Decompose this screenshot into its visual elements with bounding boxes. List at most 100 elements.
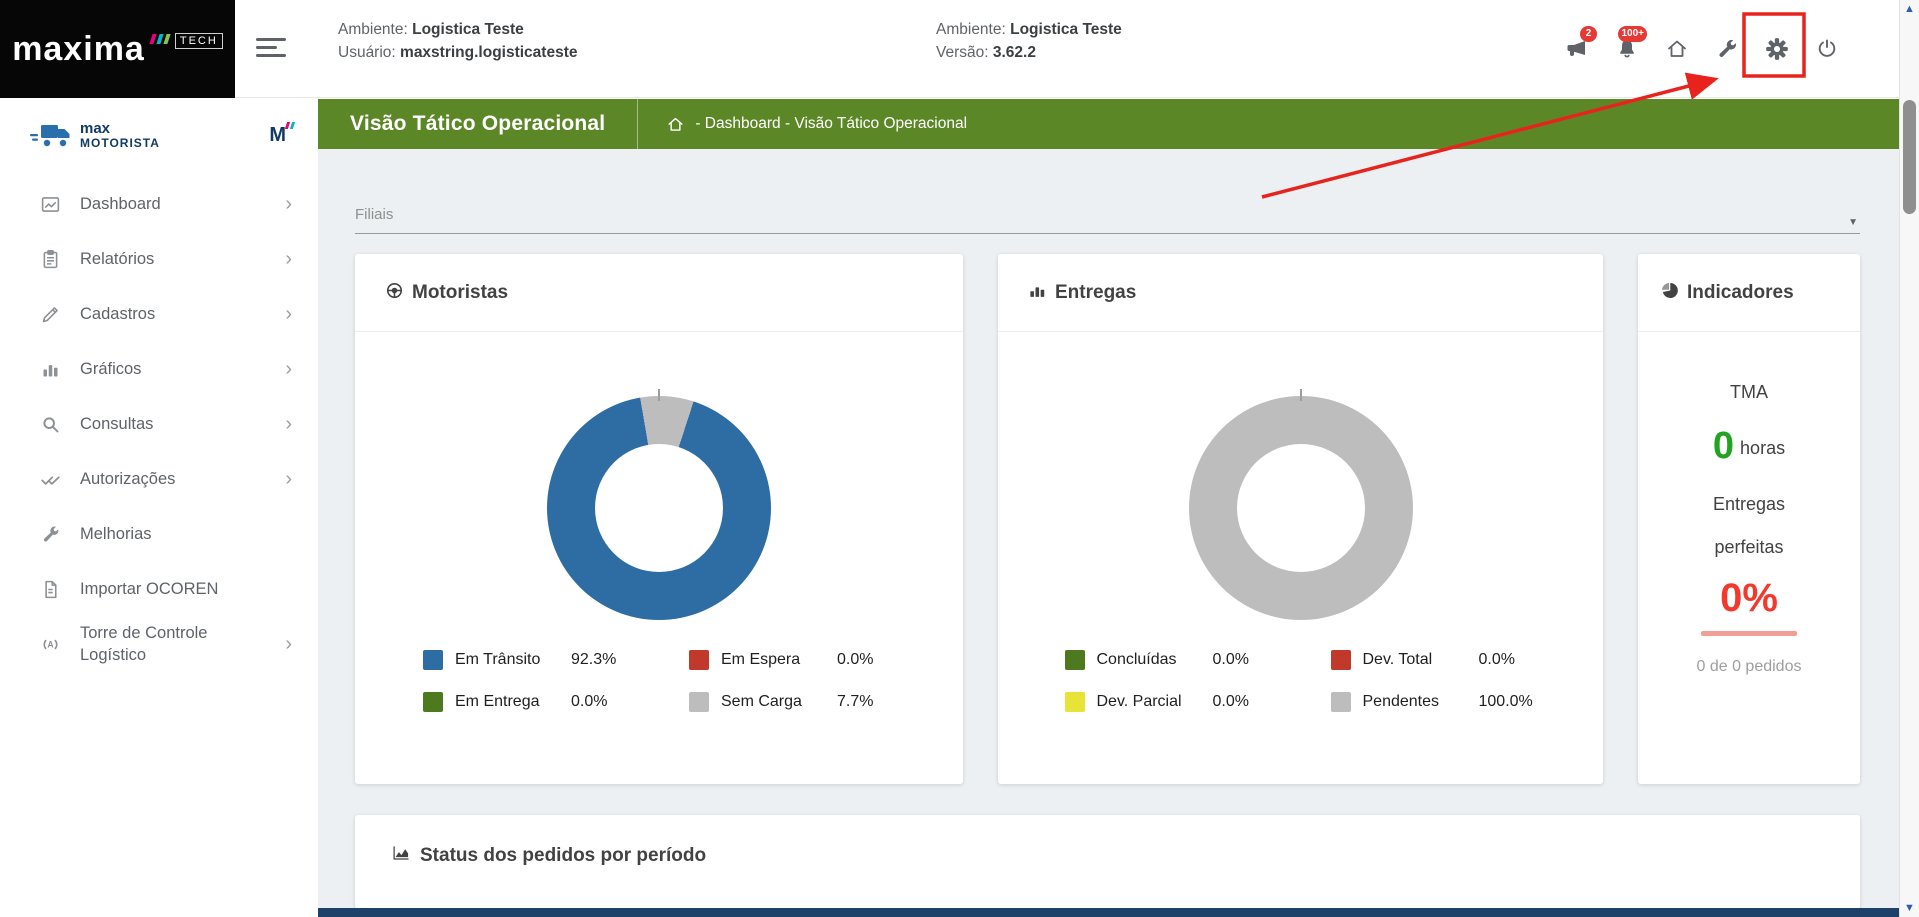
sidebar-item-torre-de-controle[interactable]: A Torre de Controle Logístico › — [0, 617, 318, 672]
area-chart-icon — [391, 843, 411, 868]
filiais-label: Filiais — [355, 206, 394, 223]
entregas-card: Entregas Concluídas 0.0% Dev. Total 0.0% — [998, 254, 1603, 784]
home-icon[interactable] — [1664, 0, 1690, 98]
wrench-icon[interactable] — [1714, 0, 1740, 98]
sidebar-item-autorizacoes[interactable]: Autorizações › — [0, 452, 318, 507]
legend-item: Sem Carga 7.7% — [689, 692, 895, 712]
motoristas-donut-chart — [547, 396, 771, 620]
megaphone-badge: 2 — [1580, 26, 1597, 42]
usuario-value: maxstring.logisticateste — [400, 44, 578, 61]
legend-swatch — [423, 650, 443, 670]
sidebar-item-dashboard[interactable]: Dashboard › — [0, 177, 318, 232]
page-header: Visão Tático Operacional - Dashboard - V… — [318, 99, 1899, 149]
chevron-right-icon: › — [285, 358, 292, 381]
status-pedidos-card: Status dos pedidos por período — [355, 815, 1860, 909]
header-divider — [637, 99, 639, 149]
legend-swatch — [1330, 692, 1351, 712]
versao-label: Versão: — [936, 44, 989, 61]
ambiente-label: Ambiente: — [936, 21, 1006, 38]
ambiente-value: Logistica Teste — [412, 21, 524, 38]
breadcrumb: - Dashboard - Visão Tático Operacional — [695, 115, 968, 132]
double-check-icon — [38, 469, 62, 490]
sidebar-item-melhorias[interactable]: Melhorias — [0, 507, 318, 562]
antenna-icon: A — [38, 634, 62, 655]
filiais-select[interactable]: Filiais ▼ — [355, 206, 1860, 234]
perfect-deliveries-percent: 0% — [1720, 576, 1778, 620]
maxima-tech-logo: maxima TECH — [0, 0, 235, 98]
partial-bottom-element — [318, 908, 1899, 917]
brand-text: maxima — [12, 30, 145, 68]
sidebar-item-relatorios[interactable]: Relatórios › — [0, 232, 318, 287]
legend-swatch — [1064, 692, 1085, 712]
sidebar-logo-line2: MOTORISTA — [80, 135, 160, 150]
scroll-up-arrow[interactable]: ▲ — [1900, 1, 1919, 17]
topbar-icons: 2 100+ — [1564, 0, 1840, 98]
environment-info-center: Ambiente: Logistica Teste Versão: 3.62.2 — [936, 18, 1122, 64]
mini-m-logo: M — [269, 121, 296, 147]
chevron-right-icon: › — [285, 193, 292, 216]
tma-label: TMA — [1730, 382, 1768, 402]
sidebar-logo-line1: max — [80, 120, 111, 137]
perfect-deliveries-line1: Entregas — [1712, 494, 1786, 514]
card-title: Status dos pedidos por período — [420, 844, 707, 866]
legend-swatch — [689, 650, 709, 670]
legend-item: Dev. Parcial 0.0% — [1064, 692, 1271, 712]
drivers-icon — [385, 281, 404, 305]
sidebar-item-cadastros[interactable]: Cadastros › — [0, 287, 318, 342]
orders-count: 0 de 0 pedidos — [1696, 658, 1802, 675]
sidebar-item-graficos[interactable]: Gráficos › — [0, 342, 318, 397]
sidebar-menu: Dashboard › Relatórios › Cadastros › Grá… — [0, 177, 318, 672]
megaphone-icon[interactable]: 2 — [1564, 0, 1597, 98]
vertical-scrollbar[interactable]: ▲ ▼ — [1899, 0, 1919, 917]
versao-value: 3.62.2 — [992, 44, 1036, 61]
page-title: Visão Tático Operacional — [350, 112, 606, 135]
pie-chart-icon — [1660, 281, 1679, 305]
legend-swatch — [423, 692, 443, 712]
sidebar: max MOTORISTA M Dashboard › Relatórios ›… — [0, 99, 318, 917]
motoristas-legend: Em Trânsito 92.3% Em Espera 0.0% Em Entr… — [423, 650, 895, 712]
power-logout-icon[interactable] — [1814, 0, 1840, 98]
ambiente-value: Logistica Teste — [1010, 21, 1122, 38]
usuario-label: Usuário: — [338, 44, 396, 61]
breadcrumb-home-icon[interactable] — [666, 115, 685, 134]
dashboard-icon — [38, 194, 62, 215]
brand-tech-text: TECH — [174, 33, 223, 49]
settings-gear-icon[interactable] — [1764, 0, 1790, 98]
chevron-right-icon: › — [285, 413, 292, 436]
legend-item: Pendentes 100.0% — [1330, 692, 1537, 712]
menu-toggle-icon[interactable] — [256, 38, 286, 60]
chevron-down-icon: ▼ — [1848, 217, 1858, 228]
document-icon — [38, 579, 62, 600]
wrench-icon — [38, 524, 62, 545]
card-title: Entregas — [1055, 281, 1137, 303]
legend-swatch — [689, 692, 709, 712]
sidebar-item-importar-ocoren[interactable]: Importar OCOREN — [0, 562, 318, 617]
notifications-bell-icon[interactable]: 100+ — [1614, 0, 1647, 98]
legend-swatch — [1064, 650, 1085, 670]
main-content: Visão Tático Operacional - Dashboard - V… — [318, 99, 1899, 917]
notifications-badge: 100+ — [1618, 26, 1647, 42]
ambiente-label: Ambiente: — [338, 21, 408, 38]
brand-accent-marks — [149, 34, 171, 44]
sidebar-item-consultas[interactable]: Consultas › — [0, 397, 318, 452]
scroll-down-arrow[interactable]: ▼ — [1900, 900, 1919, 916]
legend-item: Em Entrega 0.0% — [423, 692, 629, 712]
chevron-right-icon: › — [285, 633, 292, 656]
motoristas-card: Motoristas Em Trânsito 92.3% Em Espera 0… — [355, 254, 963, 784]
legend-item: Dev. Total 0.0% — [1330, 650, 1537, 670]
bar-chart-icon — [38, 359, 62, 380]
svg-text:A: A — [47, 640, 54, 650]
scrollbar-thumb[interactable] — [1903, 100, 1916, 214]
chevron-right-icon: › — [285, 303, 292, 326]
legend-item: Em Trânsito 92.3% — [423, 650, 629, 670]
card-title: Indicadores — [1687, 281, 1794, 303]
chevron-right-icon: › — [285, 468, 292, 491]
percent-underline — [1701, 631, 1797, 636]
deliveries-icon — [1028, 281, 1047, 305]
max-motorista-logo: max MOTORISTA M — [0, 99, 318, 167]
legend-item: Concluídas 0.0% — [1064, 650, 1271, 670]
clipboard-icon — [38, 249, 62, 270]
legend-item: Em Espera 0.0% — [689, 650, 895, 670]
perfect-deliveries-line2: perfeitas — [1714, 537, 1784, 557]
tma-value: 0 horas — [1712, 425, 1786, 467]
